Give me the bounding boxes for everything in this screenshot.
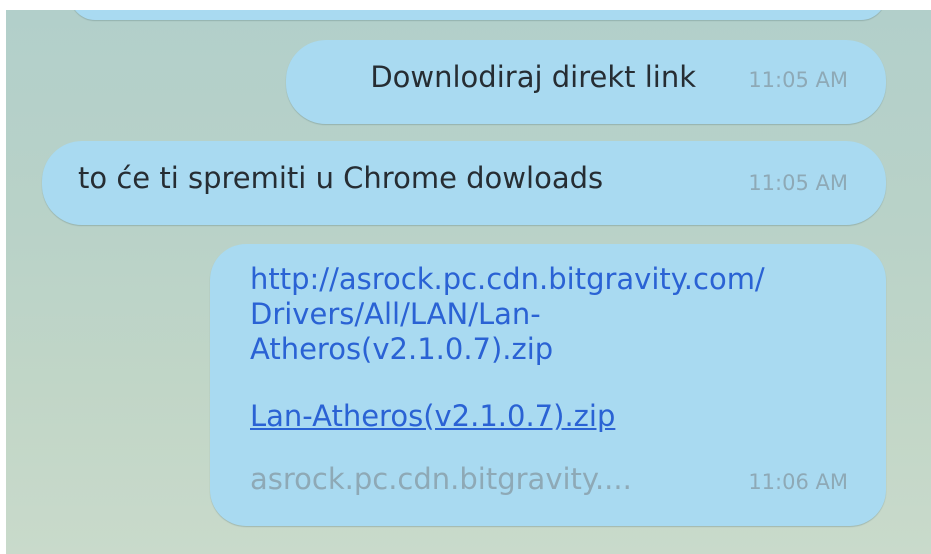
message-text: to će ti spremiti u Chrome dowloads [78,161,604,195]
link-preview-domain: asrock.pc.cdn.bitgravity.... [250,462,632,496]
message-timestamp: 11:05 AM [748,68,848,92]
chat-history[interactable]: Downlodiraj direkt link 11:05 AM to će t… [6,10,931,554]
message-text: Downlodiraj direkt link [370,60,696,94]
message-url-link[interactable]: http://asrock.pc.cdn.bitgravity.com/ Dri… [250,262,860,367]
message-bubble: Downlodiraj direkt link 11:05 AM [286,40,886,124]
message-bubble-partial [70,10,886,20]
message-timestamp: 11:06 AM [748,470,848,494]
url-line: Atheros(v2.1.0.7).zip [250,332,554,366]
link-message-bubble: http://asrock.pc.cdn.bitgravity.com/ Dri… [210,244,886,526]
message-timestamp: 11:05 AM [748,171,848,195]
link-preview-title[interactable]: Lan-Atheros(v2.1.0.7).zip [250,399,615,433]
url-line: http://asrock.pc.cdn.bitgravity.com/ [250,262,765,296]
message-bubble: to će ti spremiti u Chrome dowloads 11:0… [42,141,886,225]
url-line: Drivers/All/LAN/Lan- [250,297,541,331]
